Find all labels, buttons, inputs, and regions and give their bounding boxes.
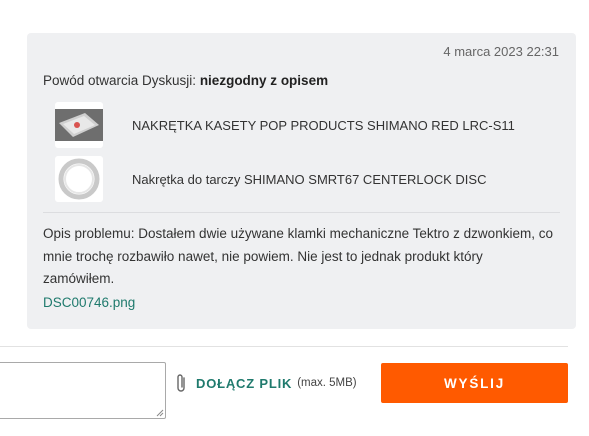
- reason-value: niezgodny z opisem: [199, 73, 329, 88]
- product-image-icon: [55, 109, 103, 141]
- attach-file-control[interactable]: DOŁĄCZ PLIK (max. 5MB): [174, 372, 357, 394]
- product-name[interactable]: Nakrętka do tarczy SHIMANO SMRT67 CENTER…: [132, 172, 486, 187]
- send-button[interactable]: WYŚLIJ: [381, 363, 568, 403]
- discussion-reason: Powód otwarcia Dyskusji: niezgodny z opi…: [43, 73, 328, 88]
- attach-file-limit: (max. 5MB): [297, 377, 357, 389]
- product-thumbnail[interactable]: [55, 102, 103, 148]
- paperclip-icon[interactable]: [174, 372, 188, 394]
- product-thumbnail[interactable]: [55, 156, 103, 202]
- reply-separator: [0, 346, 568, 347]
- product-name[interactable]: NAKRĘTKA KASETY POP PRODUCTS SHIMANO RED…: [132, 118, 515, 133]
- reply-textarea[interactable]: [0, 362, 166, 419]
- attachment-link[interactable]: DSC00746.png: [43, 295, 135, 310]
- message-timestamp: 4 marca 2023 22:31: [443, 44, 559, 59]
- attach-file-label[interactable]: DOŁĄCZ PLIK: [196, 376, 292, 391]
- card-divider: [43, 212, 560, 213]
- reason-label: Powód otwarcia Dyskusji:: [43, 73, 200, 88]
- product-item[interactable]: NAKRĘTKA KASETY POP PRODUCTS SHIMANO RED…: [55, 102, 555, 148]
- product-item[interactable]: Nakrętka do tarczy SHIMANO SMRT67 CENTER…: [55, 156, 555, 202]
- resize-handle-icon[interactable]: [156, 409, 164, 417]
- product-image-icon: [58, 158, 100, 200]
- problem-description: Opis problemu: Dostałem dwie używane kla…: [43, 226, 553, 286]
- discussion-message-card: 4 marca 2023 22:31 Powód otwarcia Dyskus…: [27, 33, 576, 329]
